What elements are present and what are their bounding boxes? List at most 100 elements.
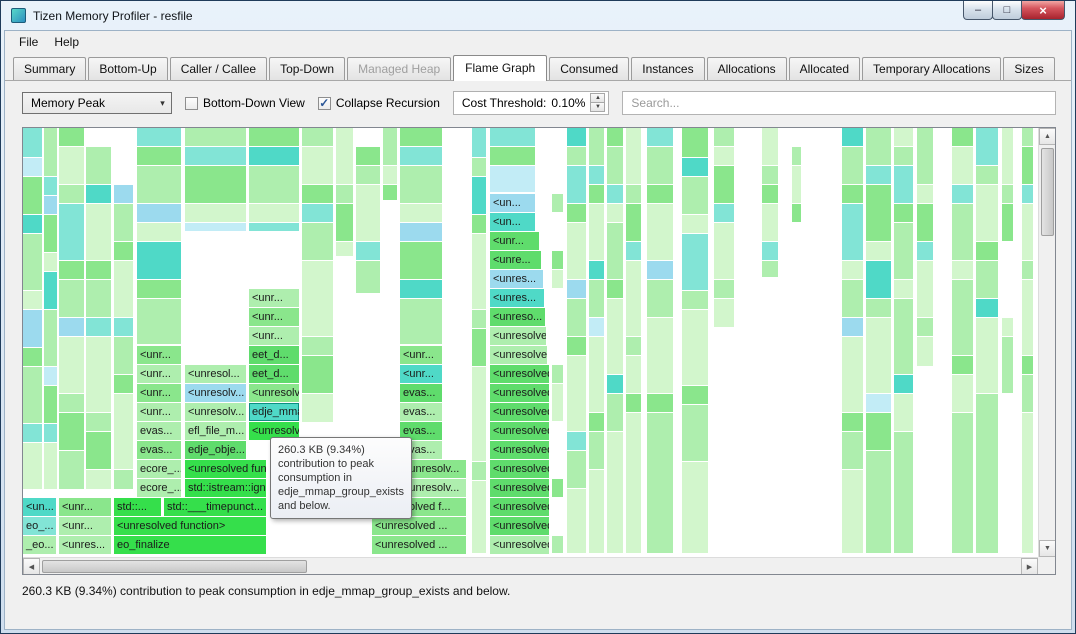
flame-block[interactable]: <unresolved f... [490,441,549,459]
flame-segment[interactable] [472,367,486,461]
flame-block[interactable]: <unres... [59,536,111,554]
flame-segment[interactable] [59,204,84,260]
flame-segment[interactable] [400,280,442,298]
flame-block[interactable]: evas... [137,422,181,440]
flame-block[interactable]: <unresolved f... [249,384,299,402]
flame-segment[interactable] [626,356,641,393]
flame-block[interactable]: <unresolved ... [490,384,549,402]
flame-segment[interactable] [490,147,535,165]
flame-segment[interactable] [1022,356,1033,374]
flame-segment[interactable] [607,375,623,393]
flame-segment[interactable] [917,185,933,203]
flame-segment[interactable] [589,261,604,279]
flame-segment[interactable] [894,223,913,279]
flame-segment[interactable] [567,128,586,146]
flame-segment[interactable] [589,204,604,260]
scroll-up-icon[interactable]: ▲ [1039,128,1056,145]
flame-segment[interactable] [59,280,84,317]
flame-segment[interactable] [59,147,84,184]
flame-segment[interactable] [137,204,181,222]
flame-segment[interactable] [356,166,380,184]
flame-segment[interactable] [682,128,708,157]
flame-segment[interactable] [952,413,973,553]
flame-block[interactable]: <unresolved fun... [185,460,266,478]
flame-segment[interactable] [842,337,863,412]
flame-segment[interactable] [842,128,863,146]
flame-segment[interactable] [567,432,586,450]
flame-segment[interactable] [114,242,133,260]
flame-segment[interactable] [1002,128,1013,184]
flame-segment[interactable] [626,337,641,355]
flame-segment[interactable] [647,147,673,184]
flame-segment[interactable] [86,470,111,489]
flame-segment[interactable] [249,223,299,231]
flame-segment[interactable] [1022,375,1033,412]
flame-segment[interactable] [866,413,891,450]
flame-segment[interactable] [976,185,998,241]
flame-block[interactable]: evas... [400,384,442,402]
flame-block[interactable]: _eo... [23,536,56,554]
flame-block[interactable]: std::istream::ign... [185,479,266,497]
flame-segment[interactable] [866,242,891,260]
flame-segment[interactable] [976,394,998,553]
flame-segment[interactable] [682,462,708,553]
flame-segment[interactable] [472,234,486,309]
flame-segment[interactable] [1002,318,1013,336]
flame-segment[interactable] [400,128,442,146]
flame-block[interactable]: eet_d... [249,346,299,364]
vertical-scrollbar[interactable]: ▲ ▼ [1038,128,1055,557]
flame-block[interactable]: <unr... [137,365,181,383]
flame-segment[interactable] [383,185,397,200]
flame-segment[interactable] [976,166,998,184]
search-input[interactable] [631,96,1047,110]
horizontal-scrollbar[interactable]: ◀ ▶ [23,557,1038,574]
checkbox-box[interactable] [185,97,198,110]
flame-segment[interactable] [356,242,380,260]
flame-segment[interactable] [356,261,380,293]
flame-segment[interactable] [86,337,111,412]
flame-segment[interactable] [302,147,333,184]
flame-segment[interactable] [842,413,863,431]
flame-segment[interactable] [44,310,57,366]
flame-segment[interactable] [762,204,778,241]
flame-block[interactable]: <unres... [490,289,544,307]
flame-segment[interactable] [589,413,604,431]
tab-flame-graph[interactable]: Flame Graph [453,55,547,81]
flame-segment[interactable] [917,261,933,317]
flame-segment[interactable] [23,424,42,442]
flame-segment[interactable] [400,299,442,344]
flame-segment[interactable] [894,432,913,553]
scroll-down-icon[interactable]: ▼ [1039,540,1056,557]
flame-segment[interactable] [137,223,181,241]
flame-segment[interactable] [626,261,641,336]
flame-block[interactable]: <unresolved f... [490,479,549,497]
flame-block[interactable]: <unr... [59,498,111,516]
flame-segment[interactable] [137,128,181,146]
flame-segment[interactable] [44,177,57,195]
flame-segment[interactable] [185,128,246,146]
flame-segment[interactable] [114,204,133,241]
flame-segment[interactable] [647,280,673,317]
flame-segment[interactable] [400,242,442,279]
flame-segment[interactable] [86,318,111,336]
flame-segment[interactable] [400,223,442,241]
flame-segment[interactable] [1022,280,1033,355]
flame-segment[interactable] [607,223,623,279]
scroll-left-icon[interactable]: ◀ [23,558,40,575]
flame-segment[interactable] [44,386,57,423]
close-button-icon[interactable]: × [1021,1,1065,20]
flame-segment[interactable] [976,242,998,260]
flame-segment[interactable] [894,166,913,203]
flame-segment[interactable] [589,280,604,317]
flame-block[interactable]: <unresolve... [490,346,547,364]
flame-segment[interactable] [137,166,181,203]
flame-segment[interactable] [626,242,641,260]
flame-segment[interactable] [714,166,734,203]
flame-block[interactable]: ecore_... [137,460,181,478]
flame-segment[interactable] [589,128,604,165]
flame-segment[interactable] [86,432,111,469]
flame-segment[interactable] [23,348,42,366]
flame-segment[interactable] [44,196,57,214]
flame-segment[interactable] [302,204,333,222]
flame-segment[interactable] [552,384,563,421]
